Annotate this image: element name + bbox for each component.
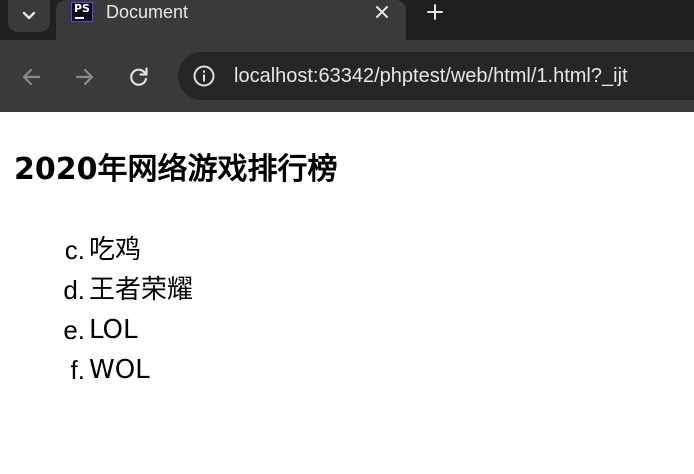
list-item-text: 吃鸡: [89, 235, 142, 265]
tab-close-button[interactable]: [367, 0, 397, 24]
url-text[interactable]: localhost:63342/phptest/web/html/1.html?…: [234, 63, 628, 89]
tab-strip: PS Document: [0, 0, 694, 40]
page-content: 2020年网络游戏排行榜 c. 吃鸡 d. 王者荣耀 e. LOL f. WOL: [0, 112, 694, 474]
chevron-down-icon: [22, 11, 36, 20]
back-arrow-icon: [22, 68, 41, 86]
forward-arrow-icon: [75, 68, 94, 86]
plus-icon: [427, 4, 443, 20]
tab-document[interactable]: PS Document: [56, 0, 406, 40]
list-item-marker: c.: [64, 235, 85, 265]
list-item-text: LOL: [89, 315, 138, 345]
tab-search-button[interactable]: [8, 0, 50, 32]
browser-window: PS Document localhost:63342/phptest/web/…: [0, 0, 694, 474]
browser-toolbar: localhost:63342/phptest/web/html/1.html?…: [0, 40, 694, 112]
address-bar[interactable]: localhost:63342/phptest/web/html/1.html?…: [178, 52, 694, 100]
list-item-marker: f.: [70, 355, 85, 385]
new-tab-button[interactable]: [420, 0, 450, 24]
list-item: e. LOL: [0, 310, 300, 350]
list-item-marker: d.: [63, 275, 85, 305]
close-icon: [376, 6, 388, 18]
list-item-text: 王者荣耀: [89, 275, 194, 305]
list-item-marker: e.: [63, 315, 85, 345]
list-item: d. 王者荣耀: [0, 270, 300, 310]
back-button[interactable]: [16, 62, 46, 92]
list-item: c. 吃鸡: [0, 230, 300, 270]
reload-icon: [130, 67, 148, 86]
tab-title: Document: [106, 2, 189, 22]
page-title: 2020年网络游戏排行榜: [14, 152, 338, 187]
forward-button[interactable]: [70, 62, 100, 92]
list-item-text: WOL: [89, 355, 150, 385]
phpstorm-favicon-icon: PS: [71, 2, 93, 22]
info-icon[interactable]: [192, 64, 216, 88]
list-item: f. WOL: [0, 350, 300, 390]
game-ranking-list: c. 吃鸡 d. 王者荣耀 e. LOL f. WOL: [0, 230, 300, 390]
reload-button[interactable]: [124, 62, 154, 92]
